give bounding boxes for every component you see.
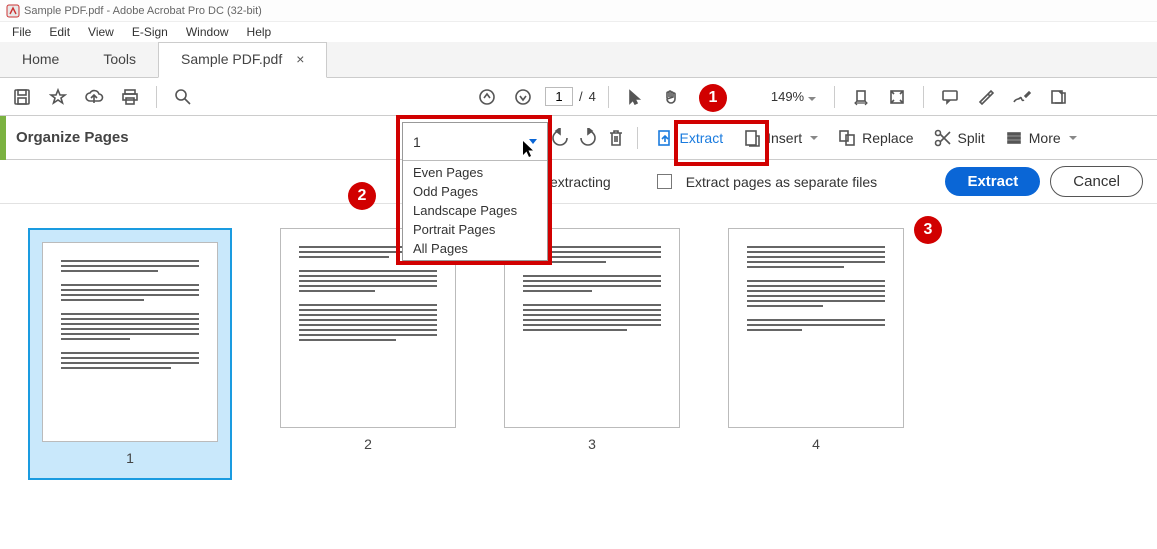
close-tab-icon[interactable]: × [296, 51, 304, 67]
comment-icon[interactable] [936, 83, 964, 111]
print-icon[interactable] [116, 83, 144, 111]
dropdown-option-landscape[interactable]: Landscape Pages [403, 201, 547, 220]
sign-icon[interactable] [1008, 83, 1036, 111]
separator [834, 86, 835, 108]
fit-width-icon[interactable] [847, 83, 875, 111]
dropdown-list: Even Pages Odd Pages Landscape Pages Por… [403, 161, 547, 260]
separator [923, 86, 924, 108]
separate-files-checkbox[interactable] [657, 174, 672, 189]
highlight-icon[interactable] [972, 83, 1000, 111]
chevron-down-icon [529, 139, 537, 144]
extract-icon [654, 127, 676, 149]
dropdown-option-all[interactable]: All Pages [403, 239, 547, 258]
thumbnail-number: 1 [126, 450, 134, 466]
annotation-badge-3: 3 [914, 216, 942, 244]
dropdown-option-even[interactable]: Even Pages [403, 163, 547, 182]
thumbnail-page [728, 228, 904, 428]
split-label: Split [958, 130, 985, 146]
page-down-icon[interactable] [509, 83, 537, 111]
extract-tool[interactable]: Extract [648, 123, 730, 153]
tab-tools[interactable]: Tools [81, 43, 158, 77]
dropdown-option-odd[interactable]: Odd Pages [403, 182, 547, 201]
annotation-badge-2: 2 [348, 182, 376, 210]
menu-window[interactable]: Window [178, 23, 237, 41]
page-counter: / 4 [545, 87, 596, 106]
replace-label: Replace [862, 130, 913, 146]
replace-icon [836, 127, 858, 149]
thumbnail-number: 4 [812, 436, 820, 452]
trash-icon[interactable] [605, 127, 627, 149]
thumbnail-page [42, 242, 218, 442]
chevron-down-icon [808, 97, 816, 101]
insert-icon [741, 127, 763, 149]
thumbnail-1[interactable]: 1 [28, 228, 232, 480]
cancel-button[interactable]: Cancel [1050, 166, 1143, 197]
thumbnail-3[interactable]: 3 [504, 228, 680, 452]
menu-edit[interactable]: Edit [41, 23, 78, 41]
cloud-icon[interactable] [80, 83, 108, 111]
scissors-icon [932, 127, 954, 149]
chevron-down-icon [810, 136, 818, 140]
split-tool[interactable]: Split [926, 123, 991, 153]
page-total: 4 [589, 89, 596, 104]
zoom-level[interactable]: 149% [765, 89, 822, 104]
page-sep: / [579, 89, 583, 104]
zoom-in-icon[interactable] [729, 83, 757, 111]
menu-help[interactable]: Help [239, 23, 280, 41]
insert-tool[interactable]: Insert [735, 123, 824, 153]
accent-stripe [0, 116, 6, 160]
tab-document[interactable]: Sample PDF.pdf × [158, 42, 327, 78]
replace-tool[interactable]: Replace [830, 123, 919, 153]
window-title: Sample PDF.pdf - Adobe Acrobat Pro DC (3… [24, 5, 262, 17]
fit-page-icon[interactable] [883, 83, 911, 111]
opt-delete-after-extract-fragment: extracting [550, 174, 611, 190]
page-range-dropdown[interactable]: 1 Even Pages Odd Pages Landscape Pages P… [402, 122, 548, 261]
page-up-icon[interactable] [473, 83, 501, 111]
dropdown-option-portrait[interactable]: Portrait Pages [403, 220, 547, 239]
more-tool[interactable]: More [997, 123, 1083, 153]
menu-esign[interactable]: E-Sign [124, 23, 176, 41]
separator [156, 86, 157, 108]
main-toolbar: / 4 149% [0, 78, 1157, 116]
thumbnail-number: 2 [364, 436, 372, 452]
insert-label: Insert [767, 130, 802, 146]
menu-view[interactable]: View [80, 23, 122, 41]
pointer-icon[interactable] [621, 83, 649, 111]
more-icon [1003, 127, 1025, 149]
separator [608, 86, 609, 108]
more-label: More [1029, 130, 1061, 146]
app-icon [6, 4, 20, 18]
save-icon[interactable] [8, 83, 36, 111]
organize-tools: Extract Insert Replace Split More [549, 123, 1083, 153]
tab-home[interactable]: Home [0, 43, 81, 77]
extract-label: Extract [680, 130, 724, 146]
more-tools-icon[interactable] [1044, 83, 1072, 111]
dropdown-value: 1 [413, 134, 421, 150]
rotate-right-icon[interactable] [577, 127, 599, 149]
thumbnail-2[interactable]: 2 [280, 228, 456, 452]
menu-file[interactable]: File [4, 23, 39, 41]
separator [637, 127, 638, 149]
organize-pages-bar: Organize Pages Extract Insert Replace Sp… [0, 116, 1157, 160]
page-current-input[interactable] [545, 87, 573, 106]
dropdown-selected[interactable]: 1 [403, 123, 547, 161]
star-icon[interactable] [44, 83, 72, 111]
thumbnail-number: 3 [588, 436, 596, 452]
page-thumbnails: 1 2 3 4 [0, 204, 1157, 504]
thumbnail-4[interactable]: 4 [728, 228, 904, 452]
menubar: File Edit View E-Sign Window Help [0, 22, 1157, 42]
extract-button[interactable]: Extract [945, 167, 1040, 196]
organize-pages-title: Organize Pages [16, 129, 129, 146]
tab-document-label: Sample PDF.pdf [181, 51, 282, 67]
rotate-left-icon[interactable] [549, 127, 571, 149]
hand-icon[interactable] [657, 83, 685, 111]
annotation-badge-1: 1 [699, 84, 727, 112]
document-tabbar: Home Tools Sample PDF.pdf × [0, 42, 1157, 78]
search-icon[interactable] [169, 83, 197, 111]
window-titlebar: Sample PDF.pdf - Adobe Acrobat Pro DC (3… [0, 0, 1157, 22]
chevron-down-icon [1069, 136, 1077, 140]
extract-options-row: extracting Extract pages as separate fil… [0, 160, 1157, 204]
separate-files-label: Extract pages as separate files [686, 174, 877, 190]
